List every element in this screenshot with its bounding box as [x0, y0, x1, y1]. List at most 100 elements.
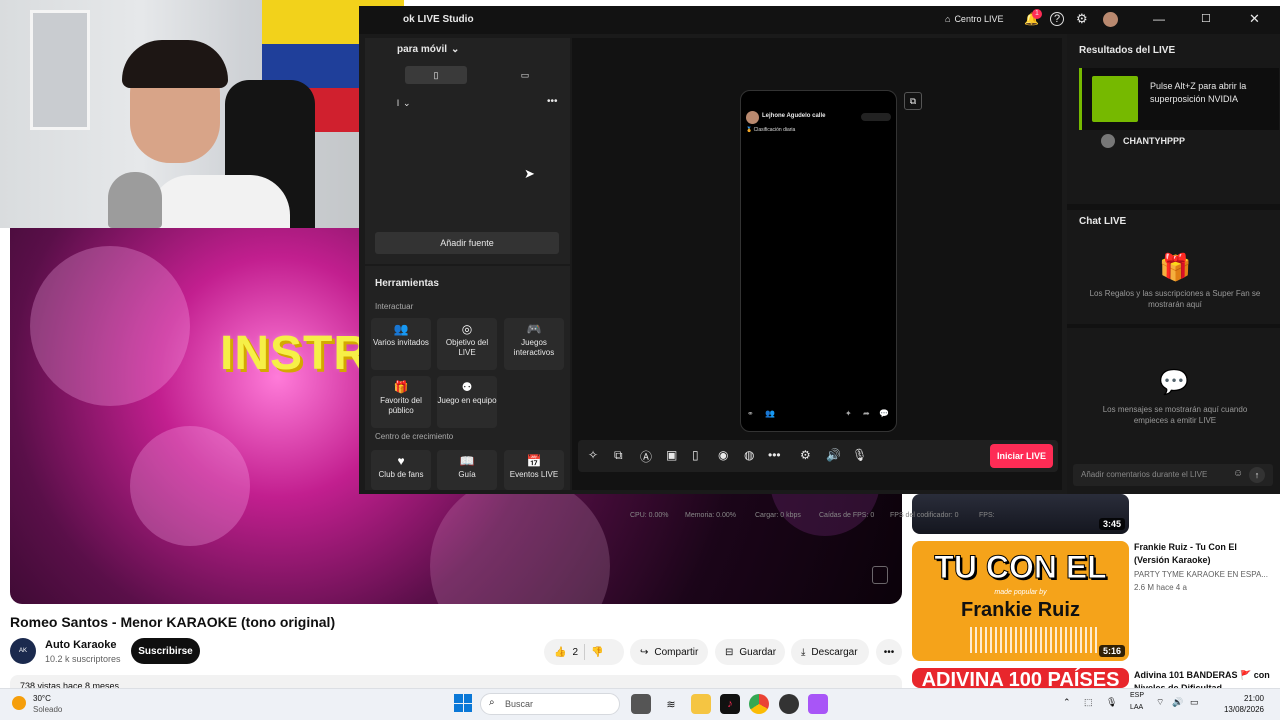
channel-name[interactable]: Auto Karaoke — [45, 639, 117, 651]
more-actions-button[interactable]: ••• — [876, 639, 902, 665]
like-dislike-group: 👍 2 👎 — [544, 639, 624, 665]
mic-tray-icon[interactable]: 🎙 — [1106, 697, 1117, 708]
language-code[interactable]: ESP — [1130, 692, 1144, 699]
subscriber-count: 10.2 k suscriptores — [45, 654, 121, 664]
landscape-tab[interactable]: ▭ — [485, 66, 565, 84]
dislike-button[interactable]: 👎 — [591, 647, 603, 658]
comment-input[interactable]: Añadir comentarios durante el LIVE ☺ ↑ — [1073, 464, 1273, 486]
capture-icon[interactable]: ▣ — [666, 448, 677, 462]
app-title: ok LIVE Studio — [403, 14, 474, 25]
subscribe-button[interactable]: Suscribirse — [131, 638, 200, 664]
help-icon[interactable]: ? — [1050, 12, 1064, 26]
sun-icon[interactable] — [12, 696, 26, 710]
comment-placeholder: Añadir comentarios durante el LIVE — [1081, 470, 1208, 479]
obs-icon[interactable] — [779, 694, 799, 714]
chrome-icon[interactable] — [749, 694, 769, 714]
weather-temp[interactable]: 30°C — [33, 694, 51, 703]
preview-rank-label: Clasificación diaria — [753, 127, 796, 133]
clock-date: 13/08/2026 — [1223, 705, 1264, 714]
emoji-icon[interactable]: ☺ — [1233, 468, 1243, 479]
download-button[interactable]: ⤓ Descargar — [791, 639, 869, 665]
recommendation-thumbnail[interactable]: ADIVINA 100 PAÍSES — [912, 668, 1129, 688]
preview-canvas: Lejhone Agudelo calle 🏅 Clasificación di… — [572, 38, 1062, 519]
profile-avatar[interactable] — [1103, 12, 1118, 27]
tiktok-live-studio-window: ok LIVE Studio ⌂ Centro LIVE 🔔 1 ? ⚙ — ☐ … — [359, 6, 1280, 519]
channel-watermark-icon — [872, 566, 888, 584]
recommendation-thumbnail[interactable]: TU CON EL made popular by Frankie Ruiz 5… — [912, 541, 1129, 661]
minimize-button[interactable]: — — [1153, 12, 1165, 26]
magic-wand-icon[interactable]: ✧ — [588, 448, 598, 462]
interact-title: Interactuar — [375, 302, 414, 311]
landscape-icon: ▭ — [520, 70, 530, 80]
record-icon[interactable]: ◉ — [718, 448, 728, 462]
network-icon[interactable]: ⬚ — [1084, 697, 1093, 708]
add-source-button[interactable]: Añadir fuente — [375, 232, 559, 254]
tool-live-goal[interactable]: ◎ Objetivo del LIVE — [437, 318, 497, 370]
tool-interactive-games[interactable]: 🎮 Juegos interactivos — [504, 318, 564, 370]
ai-icon[interactable]: Ⓐ — [640, 448, 652, 465]
speaker-icon[interactable]: 🔊 — [826, 448, 841, 462]
scene-selector[interactable]: l ⌄ — [397, 98, 411, 109]
start-live-button[interactable]: Iniciar LIVE — [990, 444, 1053, 468]
sliders-icon[interactable]: ⚙ — [800, 448, 811, 462]
phone-preview[interactable]: Lejhone Agudelo calle 🏅 Clasificación di… — [740, 90, 897, 432]
microphone-icon[interactable]: 🎙 — [852, 448, 867, 462]
tool-label: Club de fans — [378, 470, 424, 479]
app-icon[interactable] — [808, 694, 828, 714]
cpu-stat: CPU: 0.00% — [630, 512, 669, 519]
recommendation-title[interactable]: Frankie Ruiz - Tu Con El (Versión Karaok… — [1134, 541, 1264, 567]
mode-selector[interactable]: para móvil ⌄ — [397, 44, 459, 55]
chevron-down-icon: ⌄ — [451, 44, 460, 55]
tool-label: Favorito del público — [380, 396, 422, 415]
preview-settings-icon[interactable]: ⧉ — [904, 92, 922, 110]
more-icon: ••• — [883, 646, 895, 658]
tool-audience-favorite[interactable]: 🎁 Favorito del público — [371, 376, 431, 428]
scene-more-icon[interactable]: ••• — [547, 96, 558, 107]
taskbar-search[interactable]: ⌕ Buscar — [480, 693, 620, 715]
screen-share-icon[interactable]: ⧉ — [614, 448, 623, 463]
chevron-up-icon[interactable]: ⌃ — [1063, 697, 1071, 708]
tool-live-events[interactable]: 📅 Eventos LIVE — [504, 450, 564, 490]
gamepad-icon: 🎮 — [526, 322, 542, 336]
users-icon: 👥 — [393, 322, 409, 336]
tool-fan-club[interactable]: ♥ Club de fans — [371, 450, 431, 490]
tool-multi-guest[interactable]: 👥 Varios invitados — [371, 318, 431, 370]
camera-switch-icon[interactable]: ◍ — [744, 448, 754, 462]
task-view-icon[interactable] — [631, 694, 651, 714]
volume-icon[interactable]: 🔊 — [1172, 697, 1183, 708]
tool-guide[interactable]: 📖 Guía — [437, 450, 497, 490]
person-shirt — [150, 175, 290, 228]
send-icon[interactable]: ↑ — [1249, 467, 1265, 483]
file-explorer-icon[interactable] — [691, 694, 711, 714]
video-duration: 3:45 — [1098, 518, 1125, 530]
heart-icon: ♥ — [397, 454, 405, 468]
microphone — [108, 172, 162, 228]
save-button[interactable]: ⊟ Guardar — [715, 639, 785, 665]
tiktok-icon[interactable]: ♪ — [720, 694, 740, 714]
maximize-button[interactable]: ☐ — [1201, 12, 1211, 25]
more-icon[interactable]: ••• — [768, 448, 781, 462]
close-button[interactable]: ✕ — [1249, 11, 1260, 27]
karaoke-overlay-text: INSTR — [220, 327, 369, 380]
like-button[interactable]: 👍 2 — [554, 647, 578, 658]
settings-icon[interactable]: ⚙ — [1076, 11, 1088, 27]
channel-avatar[interactable]: AK — [10, 638, 36, 664]
nvidia-overlay-toast[interactable]: Pulse Alt+Z para abrir la superposición … — [1079, 68, 1279, 130]
share-button[interactable]: ↪ Compartir — [630, 639, 708, 665]
portrait-tab[interactable]: ▯ — [405, 66, 467, 84]
battery-icon[interactable]: ▭ — [1190, 697, 1199, 708]
home-icon: ⌂ — [945, 14, 951, 24]
scene-label: l — [397, 98, 399, 108]
preview-viewers-pill — [861, 113, 891, 121]
divider — [365, 264, 570, 266]
wifi-icon[interactable]: ⌔ — [1156, 697, 1164, 708]
tool-team-game[interactable]: ⚉ Juego en equipo — [437, 376, 497, 428]
centro-live-button[interactable]: ⌂ Centro LIVE — [945, 14, 1003, 24]
recommendation-channel[interactable]: PARTY TYME KARAOKE EN ESPA... — [1134, 570, 1268, 579]
bokeh-light — [430, 476, 610, 604]
clock-time[interactable]: 21:00 — [1228, 694, 1264, 703]
growth-title: Centro de crecimiento — [375, 432, 454, 441]
windows-start-icon[interactable] — [454, 694, 472, 712]
widgets-icon[interactable]: ≋ — [661, 694, 681, 714]
phone-icon[interactable]: ▯ — [692, 448, 699, 462]
